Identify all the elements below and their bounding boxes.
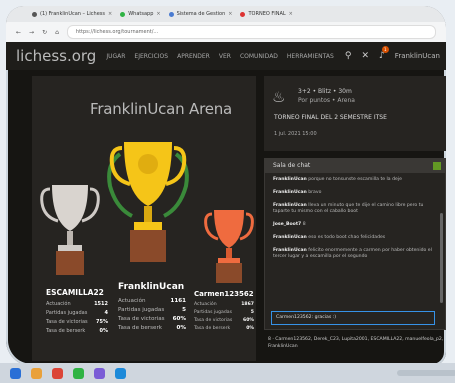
podium-panel: FranklinUcan Arena ESCAMILLA22 Actuación…: [32, 76, 256, 361]
tournament-format: 3+2 • Blitz • 30m: [298, 88, 352, 95]
favicon-icon: [240, 11, 246, 17]
nav-item-herramientas[interactable]: HERRAMIENTAS: [287, 53, 334, 60]
reload-icon[interactable]: ↻: [42, 29, 47, 36]
player-stats: Actuación 1867 Partidas jugadas 5 Tasa de …: [194, 302, 254, 331]
chat-messages: FranklinUcan porque no tonsunste escamil…: [265, 173, 445, 271]
chat-message: FranklinUcan porque no tonsunste escamil…: [273, 177, 402, 182]
chat-toggle[interactable]: [433, 162, 441, 170]
chat-scrollbar[interactable]: [440, 213, 443, 303]
word-icon[interactable]: [115, 367, 126, 379]
site-logo[interactable]: lichess.org: [6, 47, 96, 65]
chat-message: FranklinUcan bravo: [273, 190, 322, 195]
start-icon[interactable]: [10, 367, 21, 379]
page-title: FranklinUcan Arena: [90, 100, 233, 118]
search-icon[interactable]: ⚲: [345, 51, 352, 61]
online-players: 8 · Carmen123562, Derek_C23, Lupita2001,…: [268, 337, 444, 349]
browser-address-bar: ← → ↻ ⌂ https://lichess.org/tournament/.…: [6, 22, 446, 42]
podium-third: Carmen123562 Actuación 1867 Partidas juga…: [194, 290, 254, 331]
browser-tab[interactable]: Whatsapp ×: [120, 11, 161, 17]
favicon-icon: [168, 11, 174, 17]
tournament-type: Por puntos • Arena: [298, 97, 355, 104]
tournament-info: ♨ 3+2 • Blitz • 30m Por puntos • Arena T…: [264, 76, 446, 151]
url-input[interactable]: https://lichess.org/tournament/...: [66, 25, 436, 39]
main-nav: JUGAR EJERCICIOS APRENDER VER COMUNIDAD …: [106, 53, 333, 60]
user-menu[interactable]: FranklinUcan: [395, 52, 440, 60]
bronze-trophy-icon: [204, 210, 254, 283]
os-taskbar: [0, 363, 455, 383]
browser-window: (1) FranklinUcan – Lichess × Whatsapp × Si…: [6, 6, 446, 366]
player-stats: Actuación 1161 Partidas jugadas 5 Tasa de …: [118, 298, 186, 331]
home-icon[interactable]: ⌂: [55, 29, 59, 36]
whatsapp-icon: [120, 11, 126, 17]
player-name[interactable]: FranklinUcan: [118, 282, 186, 292]
nav-item-ejercicios[interactable]: EJERCICIOS: [134, 53, 168, 60]
forward-icon[interactable]: →: [29, 29, 34, 36]
bell-icon[interactable]: ♪ 1: [379, 46, 389, 61]
chat-room: Sala de chat FranklinUcan porque no tons…: [264, 158, 446, 330]
close-icon[interactable]: ×: [108, 11, 112, 17]
browser-tab[interactable]: Sistema de Gestion ×: [168, 11, 232, 17]
close-icon[interactable]: ✕: [362, 51, 370, 61]
explorer-icon[interactable]: [31, 367, 42, 379]
chat-input[interactable]: Carmen123562: gracias :): [271, 311, 435, 325]
notification-badge: 1: [381, 46, 389, 53]
player-name[interactable]: Carmen123562: [194, 290, 254, 298]
nav-item-aprender[interactable]: APRENDER: [177, 53, 210, 60]
site-header: lichess.org JUGAR EJERCICIOS APRENDER VE…: [6, 42, 446, 70]
chat-message: Jose_Boot7 8: [273, 222, 306, 227]
chat-header: Sala de chat: [265, 159, 445, 173]
system-tray: [397, 370, 455, 376]
nav-item-jugar[interactable]: JUGAR: [106, 53, 125, 60]
chrome-icon[interactable]: [52, 367, 63, 379]
player-name[interactable]: ESCAMILLA22: [46, 288, 108, 297]
whatsapp-icon[interactable]: [73, 367, 84, 379]
app-icon[interactable]: [94, 367, 105, 379]
chat-message: FranklinUcan lleva un minuto que te dije…: [273, 203, 424, 214]
nav-item-ver[interactable]: VER: [219, 53, 231, 60]
browser-tab[interactable]: (1) FranklinUcan – Lichess ×: [32, 11, 112, 17]
player-stats: Actuación 1512 Partidas jugadas 4 Tasa de …: [46, 301, 108, 334]
flame-icon: ♨: [272, 88, 286, 106]
close-icon[interactable]: ×: [228, 11, 232, 17]
close-icon[interactable]: ×: [289, 11, 293, 17]
podium-second: ESCAMILLA22 Actuación 1512 Partidas jugad…: [46, 288, 108, 334]
nav-item-comunidad[interactable]: COMUNIDAD: [240, 53, 278, 60]
favicon-icon: [32, 11, 37, 17]
close-icon[interactable]: ×: [156, 11, 160, 17]
tournament-date: 1 jul. 2021 15:00: [274, 131, 317, 137]
browser-tab-bar: (1) FranklinUcan – Lichess × Whatsapp × Si…: [6, 6, 446, 22]
back-icon[interactable]: ←: [16, 29, 21, 36]
chat-message: FranklinUcan eso es todo boot chao felic…: [273, 235, 386, 240]
header-actions: ⚲ ✕ ♪ 1 FranklinUcan: [345, 46, 446, 61]
browser-tab[interactable]: TORNEO FINAL ×: [240, 11, 293, 17]
chat-message: FranklinUcan felicito enormemente a carm…: [273, 248, 432, 259]
silver-trophy-icon: [40, 185, 100, 275]
podium-first: FranklinUcan Actuación 1161 Partidas juga…: [118, 282, 186, 331]
gold-trophy-icon: [107, 142, 189, 262]
tournament-name: TORNEO FINAL DEL 2 SEMESTRE ITSE: [274, 114, 387, 121]
